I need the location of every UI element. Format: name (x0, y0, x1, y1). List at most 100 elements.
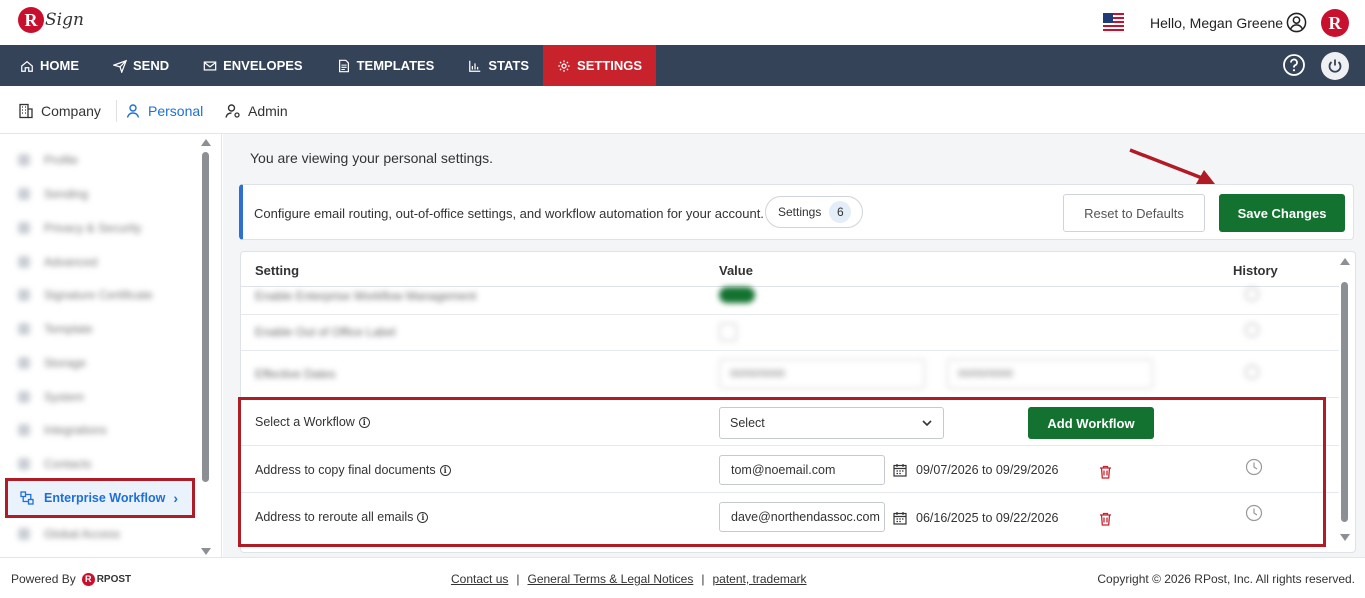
date-from-input[interactable]: 00/00/0000 (719, 359, 925, 389)
toggle-switch[interactable] (719, 287, 755, 303)
logout-button[interactable] (1321, 52, 1349, 80)
rpost-brand-icon[interactable]: R (1321, 9, 1349, 37)
info-icon[interactable]: i (439, 464, 451, 476)
sidebar-item[interactable]: Global Access (18, 525, 120, 543)
date-to-input[interactable]: 00/00/0000 (947, 359, 1153, 389)
sidebar-item[interactable]: Privacy & Security (18, 219, 141, 237)
reset-defaults-button[interactable]: Reset to Defaults (1063, 194, 1205, 232)
chevron-down-icon (922, 420, 932, 427)
page-footer: Powered By R RPOST Contact us | General … (0, 557, 1365, 598)
sidebar-item[interactable]: Integrations (18, 421, 107, 439)
tab-personal[interactable]: Personal (125, 100, 203, 122)
logo-letter: R (18, 7, 44, 33)
tab-divider (116, 100, 117, 122)
tab-company[interactable]: Company (18, 100, 101, 122)
patent-trademark-link[interactable]: patent, trademark (712, 572, 806, 586)
powered-by: Powered By R RPOST (11, 572, 131, 586)
workflow-label-text: Select a Workflow (255, 415, 355, 429)
copy-address-label-text: Address to copy final documents (255, 463, 436, 477)
sidebar-item-enterprise-workflow[interactable]: Enterprise Workflow › (5, 478, 195, 518)
rsign-logo[interactable]: R Sign (18, 7, 84, 33)
table-row: Enable Out of Office Label (241, 315, 1339, 351)
save-changes-button[interactable]: Save Changes (1219, 194, 1345, 232)
bar-chart-icon (469, 60, 481, 72)
nav-templates[interactable]: TEMPLATES (317, 45, 449, 86)
table-row-copy-address: Address to copy final documents i tom@no… (241, 446, 1339, 493)
scroll-down-arrow[interactable] (201, 548, 211, 555)
info-icon[interactable]: i (358, 416, 370, 428)
column-header-value: Value (719, 263, 753, 278)
sidebar-item[interactable]: Signature Certificate (18, 286, 153, 304)
settings-count: 6 (829, 201, 852, 223)
calendar-icon (893, 464, 907, 477)
contact-us-link[interactable]: Contact us (451, 572, 508, 586)
history-clock-icon[interactable] (1245, 504, 1263, 522)
user-greeting: Hello, Megan Greene (1150, 15, 1284, 31)
copy-address-label: Address to copy final documents i (255, 463, 451, 477)
nav-home-label: HOME (40, 58, 79, 73)
trash-icon[interactable] (1099, 465, 1112, 479)
tab-admin[interactable]: Admin (225, 100, 288, 122)
workflow-label: Select a Workflow i (255, 415, 370, 429)
reroute-date-range[interactable]: 06/16/2025 to 09/22/2026 (893, 511, 1059, 525)
sidebar-item[interactable]: System (18, 388, 84, 406)
terms-link[interactable]: General Terms & Legal Notices (528, 572, 694, 586)
copy-date-range[interactable]: 09/07/2026 to 09/29/2026 (893, 463, 1059, 477)
row-label: Enable Out of Office Label (255, 325, 396, 339)
sidebar-item[interactable]: Sending (18, 185, 88, 203)
trash-icon[interactable] (1099, 512, 1112, 526)
table-scrollbar[interactable] (1341, 282, 1348, 522)
history-icon[interactable] (1245, 323, 1259, 337)
table-scroll-up-arrow[interactable] (1340, 258, 1350, 265)
calendar-icon (893, 512, 907, 525)
sidebar-item[interactable]: Profile (18, 151, 78, 169)
sidebar-scrollbar[interactable] (202, 152, 209, 482)
copyright-text: Copyright © 2026 RPost, Inc. All rights … (1097, 572, 1355, 586)
scroll-up-arrow[interactable] (201, 139, 211, 146)
rpost-logo[interactable]: R RPOST (81, 572, 131, 586)
reroute-address-input[interactable]: dave@northendassoc.com (719, 502, 885, 532)
nav-home[interactable]: HOME (0, 45, 93, 86)
uk-flag-icon[interactable] (1103, 13, 1124, 33)
column-header-setting: Setting (255, 263, 300, 278)
tab-company-label: Company (41, 103, 101, 119)
user-profile-icon[interactable] (1286, 12, 1307, 33)
nav-envelopes[interactable]: ENVELOPES (183, 45, 316, 86)
settings-table: Setting Value History Enable Enterprise … (240, 251, 1356, 553)
add-workflow-button[interactable]: Add Workflow (1028, 407, 1154, 439)
sidebar-item[interactable]: Contacts (18, 455, 91, 473)
history-icon[interactable] (1245, 365, 1259, 379)
chevron-right-icon: › (173, 490, 178, 506)
annotation-arrow (1129, 148, 1215, 184)
history-icon[interactable] (1245, 287, 1259, 301)
sidebar-item[interactable]: Advanced (18, 253, 97, 271)
table-row: Effective Dates 00/00/0000 00/00/0000 (241, 351, 1339, 398)
workflow-select[interactable]: Select (719, 407, 944, 439)
nav-settings[interactable]: SETTINGS (543, 45, 657, 86)
info-icon[interactable]: i (417, 511, 429, 523)
nav-stats[interactable]: STATS (448, 45, 543, 86)
admin-user-icon (225, 104, 240, 118)
workflow-select-value: Select (730, 416, 765, 430)
column-header-history: History (1233, 263, 1278, 278)
reroute-address-label-text: Address to reroute all emails (255, 510, 414, 524)
power-icon (1328, 59, 1342, 73)
checkbox[interactable] (719, 323, 737, 341)
row-label: Enable Enterprise Workflow Management (255, 289, 477, 303)
info-description: Configure email routing, out-of-office s… (254, 206, 764, 221)
sidebar-item[interactable]: Template (18, 320, 93, 338)
info-card: Configure email routing, out-of-office s… (239, 184, 1354, 240)
top-bar: R Sign Hello, Megan Greene R (0, 0, 1365, 45)
nav-settings-label: SETTINGS (577, 58, 643, 73)
sidebar-item[interactable]: Storage (18, 354, 86, 372)
table-row-reroute-address: Address to reroute all emails i dave@nor… (241, 493, 1339, 541)
history-clock-icon[interactable] (1245, 458, 1263, 476)
table-row-workflow: Select a Workflow i Select Add Workflow (241, 398, 1339, 446)
help-icon[interactable] (1282, 53, 1306, 77)
copy-address-input[interactable]: tom@noemail.com (719, 455, 885, 485)
table-scroll-down-arrow[interactable] (1340, 534, 1350, 541)
settings-count-badge: Settings 6 (765, 196, 863, 228)
nav-send[interactable]: SEND (93, 45, 183, 86)
footer-links: Contact us | General Terms & Legal Notic… (451, 572, 807, 586)
settings-sidebar: Profile Sending Privacy & Security Advan… (0, 134, 222, 557)
